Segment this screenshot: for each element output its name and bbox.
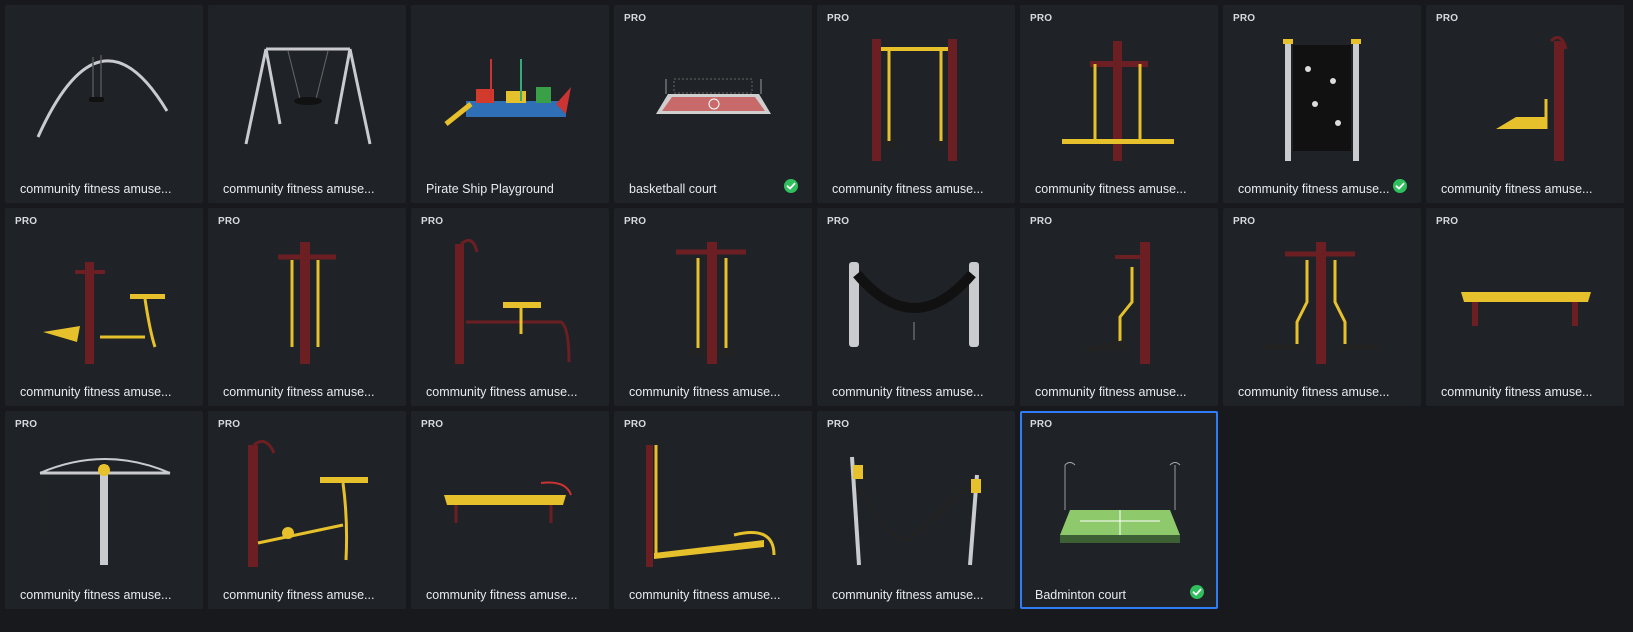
asset-label: community fitness amuse... xyxy=(832,182,984,196)
asset-card[interactable]: PRO community fitness amuse... xyxy=(817,411,1015,609)
asset-label: community fitness amuse... xyxy=(1238,182,1390,196)
asset-thumbnail xyxy=(1062,41,1174,161)
asset-thumbnail xyxy=(1496,35,1568,161)
asset-thumbnail xyxy=(43,262,165,364)
asset-label: community fitness amuse... xyxy=(223,588,375,602)
asset-card[interactable]: Pirate Ship Playground xyxy=(411,5,609,203)
asset-label: community fitness amuse... xyxy=(832,588,984,602)
asset-label: community fitness amuse... xyxy=(426,588,578,602)
asset-card[interactable]: PRO community fitness amuse... xyxy=(1223,5,1421,203)
asset-card[interactable]: PRO community fitness amuse... xyxy=(5,208,203,406)
asset-thumbnail xyxy=(850,456,981,566)
asset-card[interactable]: PRO community fitness amuse... xyxy=(5,411,203,609)
asset-thumbnail xyxy=(278,242,336,364)
asset-label: community fitness amuse... xyxy=(629,385,781,399)
asset-card[interactable]: PRO community fitness amuse... xyxy=(1223,208,1421,406)
asset-card[interactable]: PRO community fitness amuse... xyxy=(411,208,609,406)
asset-card[interactable]: PRO community fitness amuse... xyxy=(614,411,812,609)
asset-card[interactable]: community fitness amuse... xyxy=(5,5,203,203)
asset-thumbnail xyxy=(444,481,572,523)
asset-thumbnail xyxy=(455,238,571,364)
asset-thumbnail xyxy=(248,439,368,567)
asset-thumbnail xyxy=(36,55,169,138)
asset-label: community fitness amuse... xyxy=(1441,182,1593,196)
asset-label: community fitness amuse... xyxy=(426,385,578,399)
asset-label: community fitness amuse... xyxy=(832,385,984,399)
asset-thumbnail xyxy=(1283,39,1361,161)
asset-thumbnail xyxy=(1086,242,1150,364)
asset-card[interactable]: PRO community fitness amuse... xyxy=(817,208,1015,406)
asset-label: Pirate Ship Playground xyxy=(426,182,554,196)
asset-card[interactable]: community fitness amuse... xyxy=(208,5,406,203)
asset-label: community fitness amuse... xyxy=(20,385,172,399)
asset-card[interactable]: PRO community fitness amuse... xyxy=(1426,5,1624,203)
asset-thumbnail xyxy=(656,78,771,114)
asset-thumbnail xyxy=(1461,292,1591,326)
asset-thumbnail xyxy=(1060,462,1181,543)
downloaded-check-icon xyxy=(1393,179,1407,193)
asset-card[interactable]: PRO community fitness amuse... xyxy=(1020,5,1218,203)
asset-label: community fitness amuse... xyxy=(20,182,172,196)
asset-thumbnail xyxy=(1263,242,1379,364)
asset-card[interactable]: PRO community fitness amuse... xyxy=(411,411,609,609)
asset-grid: community fitness amuse... community fitn… xyxy=(5,5,1624,609)
asset-thumbnail xyxy=(872,39,957,161)
asset-label: community fitness amuse... xyxy=(629,588,781,602)
downloaded-check-icon xyxy=(1190,585,1204,599)
asset-label: community fitness amuse... xyxy=(1441,385,1593,399)
asset-thumbnail xyxy=(646,445,776,567)
asset-card[interactable]: PRO community fitness amuse... xyxy=(208,411,406,609)
asset-card[interactable]: PRO community fitness amuse... xyxy=(1020,208,1218,406)
asset-card[interactable]: PRO Badminton court xyxy=(1020,411,1218,609)
asset-thumbnail xyxy=(849,262,979,347)
asset-thumbnail xyxy=(244,47,372,145)
asset-thumbnail xyxy=(39,458,171,565)
asset-label: basketball court xyxy=(629,182,717,196)
asset-label: community fitness amuse... xyxy=(1035,182,1187,196)
asset-thumbnail xyxy=(676,242,746,364)
downloaded-check-icon xyxy=(784,179,798,193)
asset-card[interactable]: PRO community fitness amuse... xyxy=(1426,208,1624,406)
asset-label: community fitness amuse... xyxy=(1238,385,1390,399)
asset-label: community fitness amuse... xyxy=(223,182,375,196)
asset-label: community fitness amuse... xyxy=(1035,385,1187,399)
asset-card[interactable]: PRO community fitness amuse... xyxy=(208,208,406,406)
asset-thumbnail xyxy=(444,59,571,126)
asset-label: Badminton court xyxy=(1035,588,1127,602)
asset-card[interactable]: PRO community fitness amuse... xyxy=(614,208,812,406)
asset-card[interactable]: PRO basketball court xyxy=(614,5,812,203)
asset-label: community fitness amuse... xyxy=(20,588,172,602)
asset-label: community fitness amuse... xyxy=(223,385,375,399)
asset-card[interactable]: PRO community fitness amuse... xyxy=(817,5,1015,203)
